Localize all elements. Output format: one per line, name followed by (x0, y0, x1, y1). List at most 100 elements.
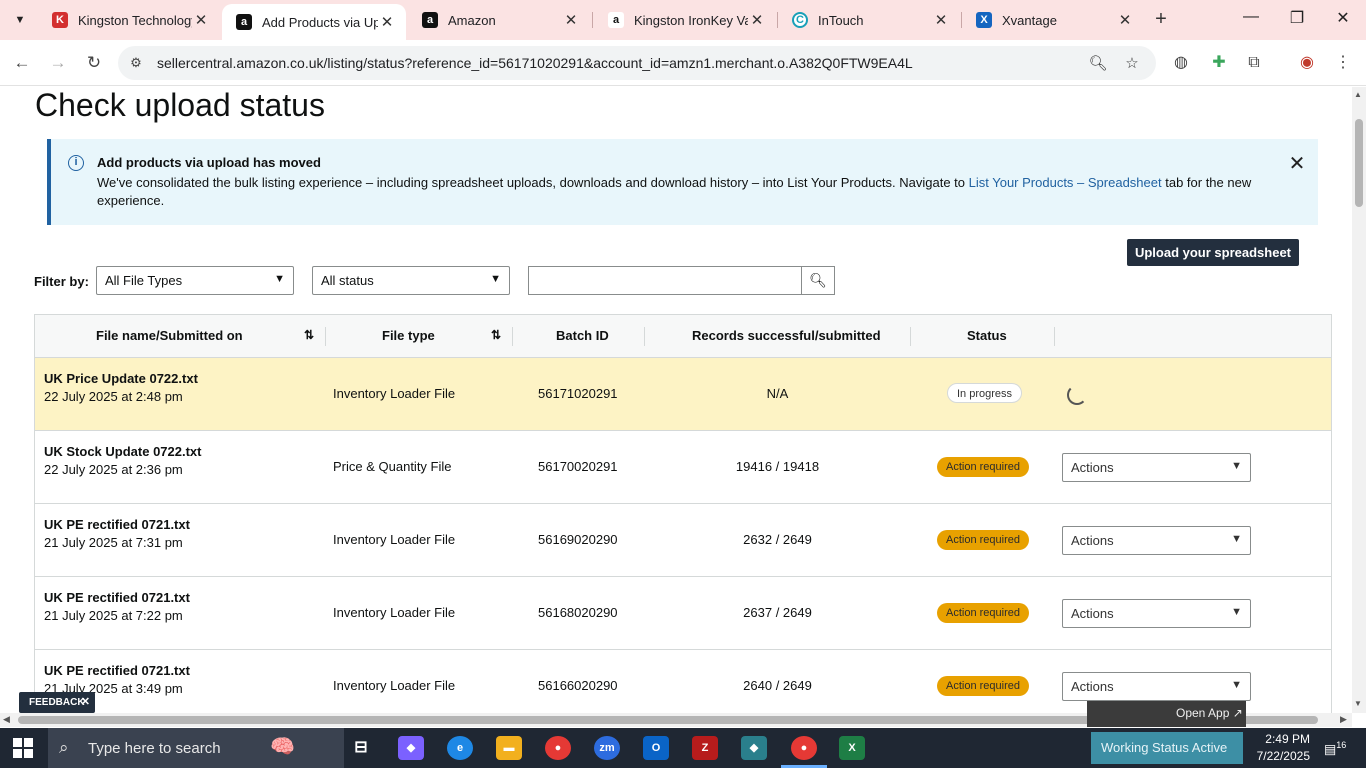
feedback-label: FEEDBACK (29, 697, 85, 708)
close-tab-icon[interactable]: ✕ (748, 11, 766, 29)
working-status-indicator[interactable]: Working Status Active (1091, 732, 1243, 764)
submitted-on: 21 July 2025 at 7:22 pm (44, 608, 183, 623)
url-text[interactable]: sellercentral.amazon.co.uk/listing/statu… (157, 55, 913, 71)
close-alert-icon[interactable]: ✕ (1287, 151, 1307, 176)
feedback-button[interactable]: FEEDBACK ✕ (19, 692, 95, 713)
list-your-products-link[interactable]: List Your Products – Spreadsheet (969, 175, 1162, 190)
info-alert: i Add products via upload has moved We'v… (47, 139, 1318, 225)
scroll-left-arrow-icon[interactable]: ◀ (3, 714, 10, 725)
status-badge: Action required (937, 603, 1029, 623)
upload-status-table: File name/Submitted on ⇅ File type ⇅ Bat… (34, 314, 1332, 713)
scrollbar-thumb[interactable] (1355, 119, 1363, 207)
close-window-icon[interactable]: ✕ (1328, 8, 1358, 28)
tab-title: InTouch (818, 12, 864, 28)
actions-dropdown[interactable]: Actions ▼ (1062, 599, 1251, 628)
clock-time: 2:49 PM (1265, 732, 1310, 746)
amazon-favicon-icon: a (608, 12, 624, 28)
open-app-button[interactable]: Open App ↗ (1087, 701, 1246, 727)
windows-taskbar: ⌕ Type here to search 🧠 ⊟ ◆ e ▬ ● zm O Z… (0, 728, 1366, 768)
file-type: Inventory Loader File (333, 605, 456, 620)
records-count: 19416 / 19418 (735, 459, 820, 474)
close-tab-icon[interactable]: ✕ (1116, 11, 1134, 29)
file-type-value: All File Types (105, 273, 183, 288)
system-clock[interactable]: 2:49 PM 7/22/2025 (1252, 731, 1310, 765)
notification-center-icon[interactable]: ▤16 (1324, 740, 1346, 757)
profile-avatar-icon[interactable]: ◉ (1296, 52, 1318, 74)
chrome-active-icon[interactable]: ● (791, 736, 817, 760)
scroll-down-arrow-icon[interactable]: ▼ (1354, 699, 1362, 708)
search-input[interactable] (528, 266, 802, 295)
tab-search-chevron-icon[interactable]: ▼ (8, 9, 32, 31)
upload-spreadsheet-button[interactable]: Upload your spreadsheet (1127, 239, 1299, 266)
close-feedback-icon[interactable]: ✕ (81, 692, 90, 713)
file-type-select[interactable]: All File Types ▼ (96, 266, 294, 295)
chevron-down-icon: ▼ (1231, 606, 1242, 618)
close-tab-icon[interactable]: ✕ (192, 11, 210, 29)
close-tab-icon[interactable]: ✕ (932, 11, 950, 29)
column-header-file-type[interactable]: File type (382, 328, 435, 343)
reload-icon[interactable]: ↻ (82, 51, 106, 75)
browser-toolbar: ← → ↻ ⚙ sellercentral.amazon.co.uk/listi… (0, 40, 1366, 86)
close-tab-icon[interactable]: ✕ (562, 11, 580, 29)
actions-dropdown[interactable]: Actions ▼ (1062, 453, 1251, 482)
browser-tab[interactable]: a Amazon ✕ (408, 4, 590, 36)
zoom-app-icon[interactable]: zm (594, 736, 620, 760)
table-row: UK PE rectified 0721.txt 21 July 2025 at… (35, 577, 1331, 650)
browser-menu-icon[interactable]: ⋮ (1332, 52, 1354, 74)
extension-plus-icon[interactable]: ✚ (1208, 52, 1230, 74)
actions-label: Actions (1071, 679, 1114, 694)
file-type: Inventory Loader File (333, 532, 456, 547)
batch-id: 56166020290 (538, 678, 618, 693)
column-header-file-name[interactable]: File name/Submitted on (96, 328, 243, 343)
zoom-icon[interactable]: 🔍︎ (1088, 54, 1108, 74)
task-view-icon[interactable]: ⊟ (348, 736, 374, 760)
minimize-icon[interactable]: — (1236, 8, 1266, 26)
filter-label: Filter by: (34, 274, 89, 289)
windows-start-icon[interactable] (13, 738, 33, 758)
scroll-up-arrow-icon[interactable]: ▲ (1354, 90, 1362, 99)
taskbar-search-placeholder: Type here to search (88, 740, 221, 757)
browser-tab[interactable]: X Xvantage ✕ (962, 4, 1144, 36)
clock-date: 7/22/2025 (1256, 749, 1310, 763)
file-name: UK PE rectified 0721.txt (44, 590, 190, 605)
chrome-icon[interactable]: ● (545, 736, 571, 760)
excel-icon[interactable]: X (839, 736, 865, 760)
edge-icon[interactable]: e (447, 736, 473, 760)
browser-tab-active[interactable]: a Add Products via Upl ✕ (222, 4, 406, 40)
file-type: Inventory Loader File (333, 678, 456, 693)
restore-icon[interactable]: ❐ (1282, 8, 1312, 28)
app-diamond-icon[interactable]: ◆ (741, 736, 767, 760)
actions-dropdown[interactable]: Actions ▼ (1062, 672, 1251, 701)
site-settings-icon[interactable]: ⚙ (126, 53, 146, 73)
bookmark-star-icon[interactable]: ☆ (1122, 54, 1142, 74)
back-arrow-icon[interactable]: ← (10, 51, 34, 75)
sort-icon[interactable]: ⇅ (304, 328, 314, 342)
vertical-scrollbar[interactable]: ▲ ▼ (1352, 87, 1366, 713)
browser-tab[interactable]: C InTouch ✕ (778, 4, 960, 36)
batch-id: 56171020291 (538, 386, 618, 401)
browser-tab[interactable]: K Kingston Technology ✕ (38, 4, 220, 36)
new-tab-icon[interactable]: + (1150, 8, 1172, 31)
filezilla-icon[interactable]: Z (692, 736, 718, 760)
notification-count: 16 (1336, 740, 1347, 750)
copilot-icon[interactable]: ◆ (398, 736, 424, 760)
close-tab-icon[interactable]: ✕ (378, 13, 396, 31)
alert-body-text: We've consolidated the bulk listing expe… (97, 175, 969, 190)
forward-arrow-icon[interactable]: → (46, 51, 70, 75)
outlook-icon[interactable]: O (643, 736, 669, 760)
tab-title: Xvantage (1002, 12, 1057, 28)
search-button[interactable]: 🔍︎ (801, 266, 835, 295)
actions-dropdown[interactable]: Actions ▼ (1062, 526, 1251, 555)
file-name: UK Stock Update 0722.txt (44, 444, 202, 459)
scroll-right-arrow-icon[interactable]: ▶ (1340, 714, 1347, 725)
translate-globe-icon[interactable]: ◍ (1170, 52, 1192, 74)
extensions-puzzle-icon[interactable]: ⧉ (1243, 52, 1265, 74)
chevron-down-icon: ▼ (274, 273, 285, 285)
browser-tab[interactable]: a Kingston IronKey Vau ✕ (594, 4, 776, 36)
taskbar-search-box[interactable]: ⌕ Type here to search 🧠 (48, 728, 344, 768)
address-bar[interactable]: ⚙ sellercentral.amazon.co.uk/listing/sta… (118, 46, 1156, 80)
file-explorer-icon[interactable]: ▬ (496, 736, 522, 760)
status-select[interactable]: All status ▼ (312, 266, 510, 295)
actions-label: Actions (1071, 533, 1114, 548)
sort-icon[interactable]: ⇅ (491, 328, 501, 342)
